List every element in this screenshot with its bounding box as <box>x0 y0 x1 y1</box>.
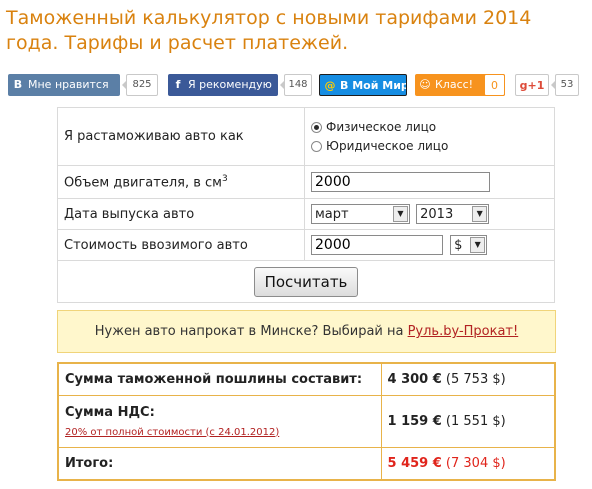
month-select[interactable]: март ▼ <box>311 204 410 224</box>
car-cost-input[interactable]: 2000 <box>311 235 443 255</box>
chevron-down-icon[interactable]: ▼ <box>472 206 488 222</box>
mailru-button[interactable]: @ В Мой Мир <box>319 74 407 96</box>
gplus-count: 53 <box>551 74 579 96</box>
radio-unchecked-icon[interactable] <box>311 140 322 152</box>
results-table: Сумма таможенной пошлины составит: 4 300… <box>57 362 556 481</box>
chevron-down-icon[interactable]: ▼ <box>393 206 408 222</box>
mailru-icon: @ <box>324 79 336 92</box>
duty-value: 4 300 € (5 753 $) <box>380 362 556 396</box>
person-type-label: Я растаможиваю авто как <box>57 107 305 166</box>
engine-volume-input[interactable]: 2000 <box>311 172 490 192</box>
calculator-form: Я растаможиваю авто как Физическое лицо … <box>57 107 555 303</box>
engine-volume-label: Объем двигателя, в см3 <box>57 165 305 199</box>
chevron-down-icon[interactable]: ▼ <box>470 237 486 253</box>
radio-individual[interactable]: Физическое лицо <box>311 118 548 137</box>
gplus-icon: g <box>519 79 528 92</box>
radio-legal-entity[interactable]: Юридическое лицо <box>311 137 548 156</box>
vk-like-button[interactable]: B Мне нравится <box>8 74 120 96</box>
production-date-label: Дата выпуска авто <box>57 198 305 230</box>
currency-select[interactable]: $ ▼ <box>450 235 488 255</box>
rental-promo-link[interactable]: Руль.by-Прокат! <box>408 324 519 339</box>
person-type-options: Физическое лицо Юридическое лицо <box>304 107 555 166</box>
total-label: Итого: <box>57 446 382 481</box>
facebook-recommend-button[interactable]: fЯ рекомендую <box>168 74 278 96</box>
vk-icon: B <box>13 78 23 91</box>
gplus-button[interactable]: g+1 <box>515 74 549 96</box>
page-title: Таможенный калькулятор с новыми тарифами… <box>6 7 532 54</box>
facebook-icon: f <box>175 78 181 91</box>
odnoklassniki-icon: ☺ <box>419 78 431 91</box>
vat-rate-link[interactable]: 20% от полной стоимости (с 24.01.2012) <box>65 427 375 438</box>
radio-checked-icon[interactable] <box>311 121 322 133</box>
duty-label: Сумма таможенной пошлины составит: <box>57 362 382 396</box>
calculate-button[interactable]: Посчитать <box>253 266 359 297</box>
vk-like-count: 825 <box>122 74 158 96</box>
year-select[interactable]: 2013 ▼ <box>416 204 490 224</box>
rental-promo-banner: Нужен авто напрокат в Минске? Выбирай на… <box>57 310 556 353</box>
odnoklassniki-count: 0 <box>484 74 505 96</box>
vat-value: 1 159 € (1 551 $) <box>380 394 556 448</box>
vat-label-cell: Сумма НДС: 20% от полной стоимости (с 24… <box>57 394 382 448</box>
car-cost-label: Стоимость ввозимого авто <box>57 229 305 261</box>
total-value: 5 459 € (7 304 $) <box>380 446 556 481</box>
facebook-count: 148 <box>280 74 312 96</box>
